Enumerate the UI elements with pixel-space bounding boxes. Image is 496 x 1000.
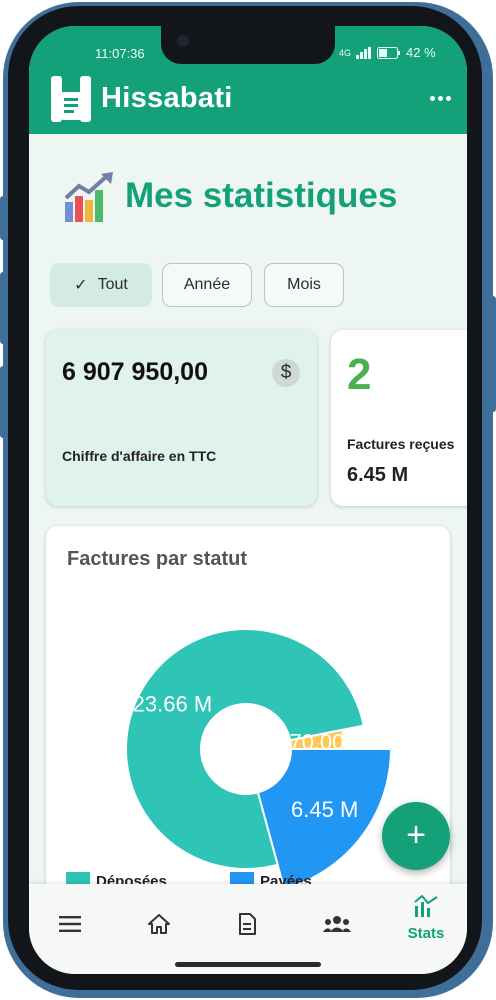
bottom-navigation: Stats — [29, 884, 467, 974]
add-button[interactable]: + — [382, 802, 450, 870]
home-indicator — [175, 962, 321, 967]
side-button — [0, 366, 6, 438]
filter-chip-tout[interactable]: ✓ Tout — [50, 263, 152, 307]
side-button — [0, 272, 6, 344]
camera-notch — [161, 26, 335, 64]
pie-data-label-1: 23.66 M — [133, 691, 213, 716]
nav-clients[interactable] — [317, 904, 357, 944]
network-label: 4G — [339, 47, 352, 58]
camera-icon — [177, 35, 189, 47]
hissabati-logo-icon — [51, 76, 91, 122]
battery-icon — [377, 46, 401, 59]
stats-chart-icon — [64, 172, 113, 222]
status-time: 11:07:36 — [95, 46, 145, 61]
filter-chip-label: Année — [183, 276, 231, 293]
battery-level: 42 % — [406, 45, 436, 60]
invoices-count: 2 — [347, 350, 372, 399]
stats-icon — [414, 894, 438, 917]
app-screen: 11:07:36 4G 42 % Hissabati Mes statistiq… — [29, 26, 467, 974]
side-button — [0, 196, 6, 240]
filter-chip-label: Tout — [97, 276, 128, 293]
app-title: Hissabati — [101, 82, 233, 114]
invoices-received-card[interactable]: 2 Factures reçues 6.45 M — [331, 330, 467, 506]
revenue-card[interactable]: 6 907 950,00 $ Chiffre d'affaire en TTC — [46, 330, 317, 506]
document-icon — [239, 913, 256, 935]
pie-data-label-0: 6.45 M — [291, 797, 358, 822]
invoices-value: 6.45 M — [347, 464, 409, 486]
page-title: Mes statistiques — [125, 176, 398, 215]
nav-stats[interactable]: Stats — [401, 894, 451, 942]
app-bar: 11:07:36 4G 42 % Hissabati — [29, 26, 467, 134]
filter-chip-mois[interactable]: Mois — [264, 263, 344, 307]
filter-chip-label: Mois — [287, 276, 321, 293]
revenue-amount: 6 907 950,00 — [62, 358, 208, 386]
nav-documents[interactable] — [227, 904, 267, 944]
dollar-icon: $ — [272, 359, 300, 387]
users-icon — [323, 916, 351, 932]
nav-home[interactable] — [139, 904, 179, 944]
status-icons: 4G 42 % — [339, 45, 436, 60]
side-button — [490, 296, 496, 412]
pie-data-label-2: 970.00 K — [277, 730, 365, 755]
more-options-icon[interactable] — [429, 90, 451, 106]
check-icon: ✓ — [74, 277, 88, 294]
invoices-label: Factures reçues — [347, 436, 455, 452]
home-icon — [148, 914, 170, 934]
nav-menu[interactable] — [50, 904, 90, 944]
revenue-label: Chiffre d'affaire en TTC — [62, 448, 217, 464]
filter-chip-annee[interactable]: Année — [162, 263, 252, 307]
signal-icon — [356, 46, 372, 59]
menu-icon — [59, 916, 81, 932]
nav-stats-label: Stats — [407, 925, 445, 942]
